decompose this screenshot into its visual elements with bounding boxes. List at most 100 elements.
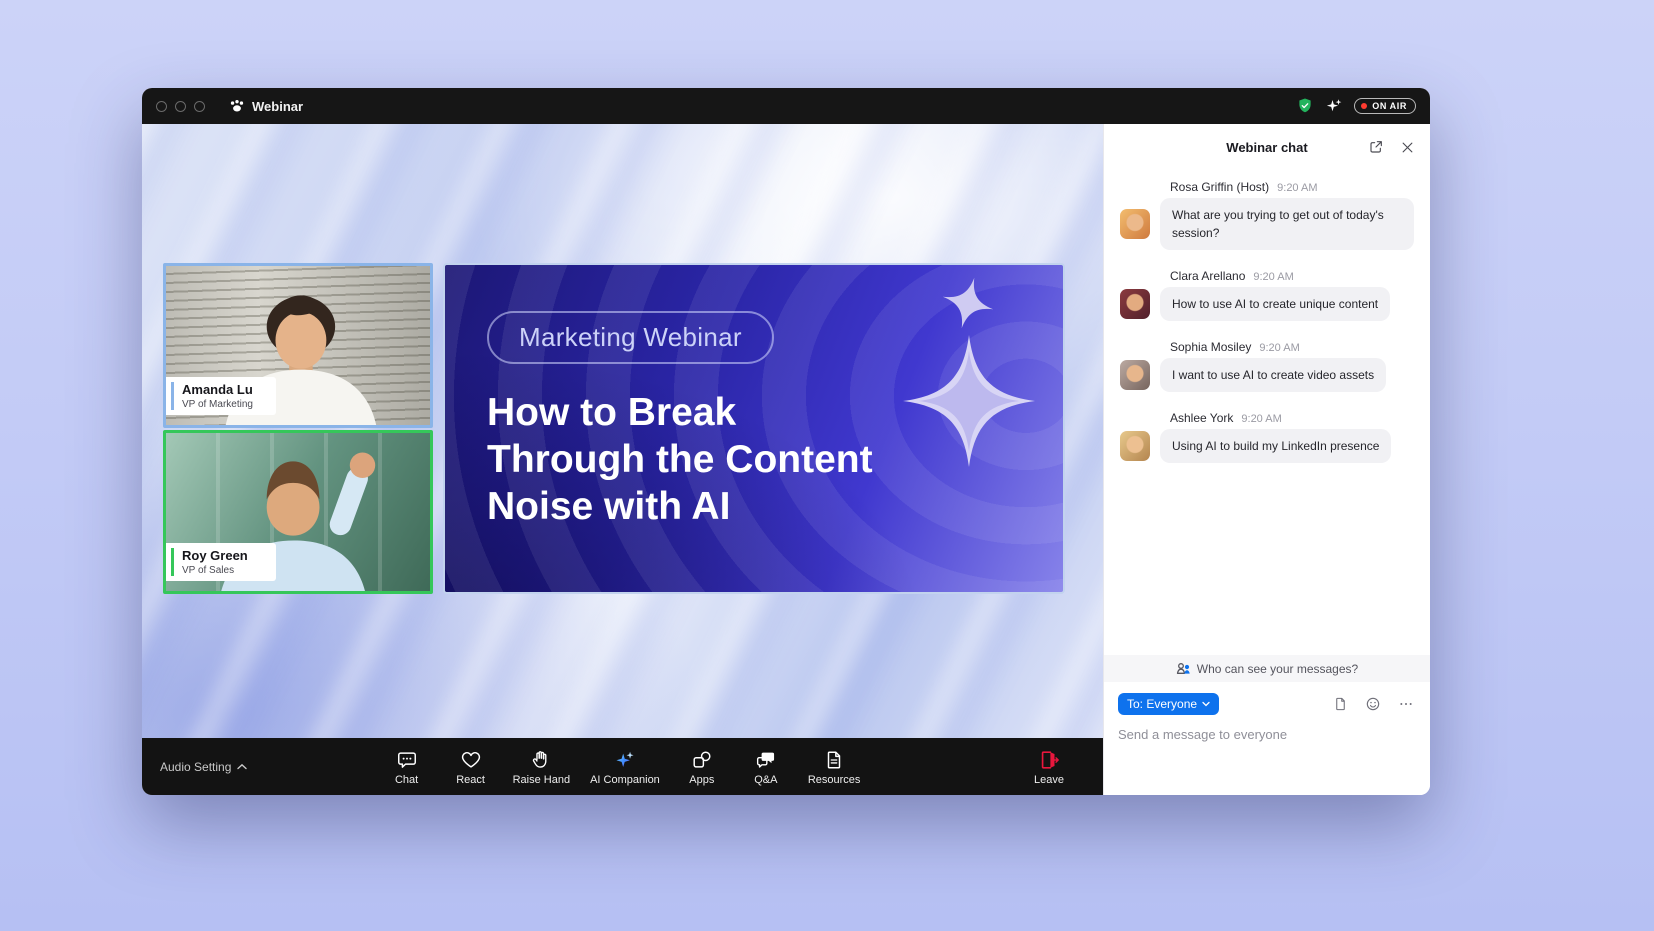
message-bubble: How to use AI to create unique content <box>1160 287 1390 321</box>
visibility-note-label: Who can see your messages? <box>1197 662 1358 676</box>
react-button[interactable]: React <box>441 745 501 788</box>
slide-title-line: Through the Content <box>487 437 1063 484</box>
video-area: Amanda Lu VP of Marketing Ro <box>142 124 1103 738</box>
close-icon <box>1400 140 1415 155</box>
participant-role: VP of Sales <box>182 565 264 576</box>
video-tile-amanda-lu[interactable]: Amanda Lu VP of Marketing <box>163 263 433 428</box>
webinar-chat-panel: Webinar chat <box>1103 124 1430 795</box>
slide-badge: Marketing Webinar <box>487 311 774 364</box>
avatar <box>1120 209 1150 239</box>
stage: Amanda Lu VP of Marketing Ro <box>142 124 1103 795</box>
chat-title: Webinar chat <box>1226 140 1307 155</box>
webinar-logo-icon <box>229 99 245 113</box>
ellipsis-icon <box>1398 696 1414 712</box>
people-icon <box>1176 662 1191 675</box>
chat-button-label: Chat <box>395 774 418 786</box>
leave-button[interactable]: Leave <box>1019 745 1079 788</box>
heart-icon <box>460 749 482 771</box>
on-air-label: ON AIR <box>1372 101 1407 111</box>
message-composer: To: Everyone <box>1104 682 1430 795</box>
raise-hand-button[interactable]: Raise Hand <box>505 745 578 788</box>
name-tag-amanda: Amanda Lu VP of Marketing <box>166 377 276 415</box>
app-title: Webinar <box>252 99 303 114</box>
recipient-selector-button[interactable]: To: Everyone <box>1118 693 1219 715</box>
resources-button-label: Resources <box>808 774 861 786</box>
meeting-toolbar: Audio Setting Chat <box>142 738 1103 795</box>
desktop-background: { "window": { "titlebar": { "app_name": … <box>0 0 1654 931</box>
slide-title-line: Noise with AI <box>487 484 1063 531</box>
participant-name: Amanda Lu <box>182 382 264 397</box>
qa-button[interactable]: Q&A <box>736 745 796 788</box>
smiley-icon <box>1365 696 1381 712</box>
slide-content: Marketing Webinar How to Break Through t… <box>445 265 1063 530</box>
avatar <box>1120 289 1150 319</box>
chat-header-icons <box>1366 137 1417 157</box>
leave-door-icon <box>1038 749 1060 771</box>
zoom-window-button[interactable] <box>194 101 205 112</box>
leave-button-label: Leave <box>1034 774 1064 786</box>
message-time: 9:20 AM <box>1253 271 1293 283</box>
titlebar-right: ON AIR <box>1296 97 1416 115</box>
shared-slide: Marketing Webinar How to Break Through t… <box>443 263 1065 594</box>
on-air-badge: ON AIR <box>1354 98 1416 114</box>
resources-button[interactable]: Resources <box>800 745 869 788</box>
slide-title: How to Break Through the Content Noise w… <box>487 390 1063 530</box>
message-time: 9:20 AM <box>1259 342 1299 354</box>
chat-message: Sophia Mosiley 9:20 AM I want to use AI … <box>1120 340 1414 392</box>
chevron-down-icon <box>1202 701 1210 707</box>
slide-title-line: How to Break <box>487 390 1063 437</box>
recipient-selector-label: To: Everyone <box>1127 697 1197 711</box>
apps-icon <box>691 749 713 771</box>
minimize-window-button[interactable] <box>175 101 186 112</box>
message-input[interactable] <box>1118 727 1416 742</box>
pop-out-chat-button[interactable] <box>1366 137 1386 157</box>
chat-message: Ashlee York 9:20 AM Using AI to build my… <box>1120 411 1414 463</box>
webinar-window: Webinar ON AIR <box>142 88 1430 795</box>
avatar <box>1120 431 1150 461</box>
react-button-label: React <box>456 774 485 786</box>
name-tag-roy: Roy Green VP of Sales <box>166 543 276 581</box>
message-author: Ashlee York <box>1170 411 1233 425</box>
video-tile-roy-green[interactable]: Roy Green VP of Sales <box>163 430 433 594</box>
chat-button[interactable]: Chat <box>377 745 437 788</box>
security-shield-icon[interactable] <box>1296 97 1314 115</box>
message-bubble: I want to use AI to create video assets <box>1160 358 1386 392</box>
toolbar-center-group: Chat React <box>377 745 869 788</box>
audio-setting-button[interactable]: Audio Setting <box>160 760 247 774</box>
chat-bubble-icon <box>396 749 418 771</box>
close-chat-button[interactable] <box>1398 138 1417 157</box>
on-air-dot <box>1361 103 1367 109</box>
more-options-button[interactable] <box>1396 694 1416 714</box>
file-icon <box>1333 696 1348 712</box>
emoji-button[interactable] <box>1363 694 1383 714</box>
apps-button[interactable]: Apps <box>672 745 732 788</box>
chat-message: Rosa Griffin (Host) 9:20 AM What are you… <box>1120 180 1414 250</box>
composer-icons <box>1331 694 1416 714</box>
qa-button-label: Q&A <box>754 774 777 786</box>
ai-sparkle-icon[interactable] <box>1325 97 1343 115</box>
chat-message: Clara Arellano 9:20 AM How to use AI to … <box>1120 269 1414 321</box>
titlebar: Webinar ON AIR <box>142 88 1430 124</box>
message-bubble: What are you trying to get out of today'… <box>1160 198 1414 250</box>
pop-out-icon <box>1368 139 1384 155</box>
message-bubble: Using AI to build my LinkedIn presence <box>1160 429 1391 463</box>
app-identity: Webinar <box>229 99 303 114</box>
ai-companion-button-label: AI Companion <box>590 774 660 786</box>
audio-setting-label: Audio Setting <box>160 760 231 774</box>
message-author: Sophia Mosiley <box>1170 340 1251 354</box>
avatar <box>1120 360 1150 390</box>
chevron-up-icon <box>237 763 247 770</box>
raise-hand-button-label: Raise Hand <box>513 774 570 786</box>
participant-role: VP of Marketing <box>182 399 264 410</box>
qa-bubbles-icon <box>755 749 777 771</box>
close-window-button[interactable] <box>156 101 167 112</box>
ai-companion-button[interactable]: AI Companion <box>582 745 668 788</box>
attach-file-button[interactable] <box>1331 694 1350 714</box>
message-visibility-link[interactable]: Who can see your messages? <box>1104 655 1430 682</box>
apps-button-label: Apps <box>689 774 714 786</box>
message-author: Rosa Griffin (Host) <box>1170 180 1269 194</box>
chat-message-list[interactable]: Rosa Griffin (Host) 9:20 AM What are you… <box>1104 170 1430 655</box>
message-author: Clara Arellano <box>1170 269 1245 283</box>
window-controls <box>156 101 205 112</box>
resources-document-icon <box>823 749 845 771</box>
